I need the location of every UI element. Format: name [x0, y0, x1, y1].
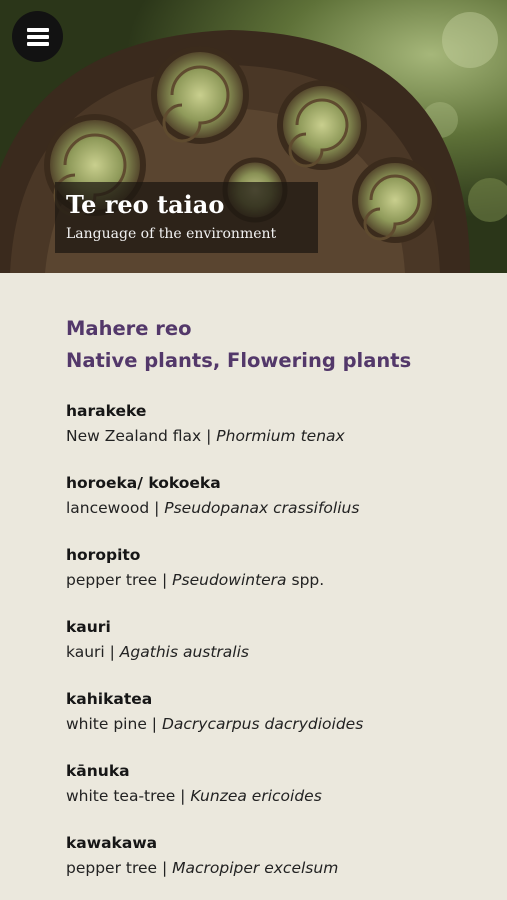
plant-meaning: white pine | Dacrycarpus dacrydioides — [66, 712, 441, 736]
plant-common-name: kauri — [66, 643, 105, 661]
plant-separator: | — [149, 499, 165, 517]
main-content: Mahere reo Native plants, Flowering plan… — [0, 273, 507, 880]
list-item: kauri kauri | Agathis australis — [66, 615, 441, 664]
plant-meaning: kauri | Agathis australis — [66, 640, 441, 664]
list-item: kānuka white tea-tree | Kunzea ericoides — [66, 759, 441, 808]
list-item: kawakawa pepper tree | Macropiper excelsu… — [66, 831, 441, 880]
plant-list: harakeke New Zealand flax | Phormium tena… — [66, 399, 441, 880]
plant-meaning: pepper tree | Macropiper excelsum — [66, 856, 441, 880]
plant-common-name: pepper tree — [66, 571, 158, 589]
plant-common-name: lancewood — [66, 499, 150, 517]
plant-term: harakeke — [66, 402, 147, 420]
plant-scientific-name: Phormium tenax — [216, 427, 345, 445]
section-heading-line1: Mahere reo — [66, 317, 192, 340]
plant-term: kahikatea — [66, 690, 153, 708]
plant-scientific-name: Kunzea ericoides — [190, 787, 322, 805]
plant-scientific-name: Agathis australis — [119, 643, 249, 661]
hero-banner: Te reo taiao Language of the environment — [0, 0, 507, 273]
plant-common-name: white pine — [66, 715, 147, 733]
plant-separator: | — [157, 859, 173, 877]
plant-meaning: white tea-tree | Kunzea ericoides — [66, 784, 441, 808]
page-subtitle: Language of the environment — [66, 226, 277, 242]
plant-scientific-name: Pseudowintera — [172, 571, 287, 589]
plant-term: horoeka/ kokoeka — [66, 474, 221, 492]
menu-button[interactable] — [12, 11, 63, 62]
page-title: Te reo taiao — [66, 190, 225, 219]
plant-term: horopito — [66, 546, 141, 564]
plant-meaning: pepper tree | Pseudowintera spp. — [66, 568, 441, 592]
plant-separator: | — [175, 787, 191, 805]
plant-common-name: pepper tree — [66, 859, 158, 877]
plant-meaning: lancewood | Pseudopanax crassifolius — [66, 496, 441, 520]
list-item: horoeka/ kokoeka lancewood | Pseudopanax … — [66, 471, 441, 520]
plant-separator: | — [201, 427, 217, 445]
section-heading-line2: Native plants, Flowering plants — [66, 349, 412, 372]
plant-term: kānuka — [66, 762, 130, 780]
plant-meaning: New Zealand flax | Phormium tenax — [66, 424, 441, 448]
list-item: harakeke New Zealand flax | Phormium tena… — [66, 399, 441, 448]
plant-scientific-name: Dacrycarpus dacrydioides — [161, 715, 364, 733]
list-item: horopito pepper tree | Pseudowintera spp. — [66, 543, 441, 592]
plant-separator: | — [146, 715, 162, 733]
hamburger-menu-icon — [26, 27, 49, 46]
plant-name-suffix: spp. — [286, 571, 325, 589]
plant-scientific-name: Pseudopanax crassifolius — [164, 499, 360, 517]
plant-scientific-name: Macropiper excelsum — [172, 859, 339, 877]
plant-common-name: New Zealand flax — [66, 427, 202, 445]
plant-term: kauri — [66, 618, 111, 636]
plant-term: kawakawa — [66, 834, 158, 852]
plant-separator: | — [157, 571, 173, 589]
plant-separator: | — [104, 643, 120, 661]
plant-common-name: white tea-tree — [66, 787, 176, 805]
section-heading: Mahere reo Native plants, Flowering plan… — [66, 313, 441, 377]
list-item: kahikatea white pine | Dacrycarpus dacryd… — [66, 687, 441, 736]
page-title-box: Te reo taiao Language of the environment — [55, 182, 318, 253]
